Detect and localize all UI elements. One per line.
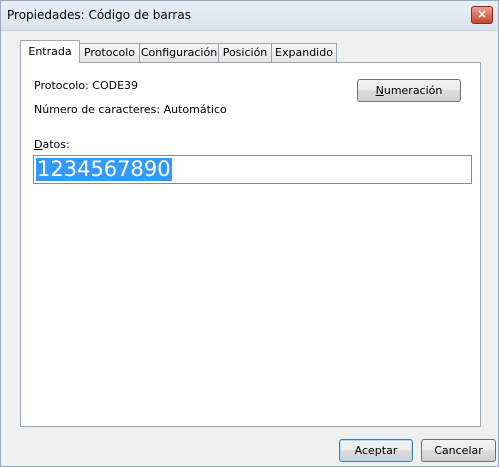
properties-dialog: Propiedades: Código de barras × Entrada … [0, 0, 499, 467]
tab-configuracion[interactable]: Configuración [139, 43, 219, 62]
datos-input[interactable]: 1234567890 [33, 155, 472, 184]
datos-label: Datos: [34, 138, 70, 151]
dialog-title: Propiedades: Código de barras [7, 8, 191, 22]
accept-label: Aceptar [354, 444, 398, 457]
tab-configuracion-label: Configuración [140, 46, 218, 59]
title-bar[interactable]: Propiedades: Código de barras × [1, 1, 498, 31]
tab-protocolo-label: Protocolo [83, 46, 136, 59]
protocol-label: Protocolo: CODE39 [34, 79, 139, 92]
close-icon: × [476, 7, 488, 21]
datos-label-text: atos: [42, 138, 70, 151]
numeracion-label: umeración [383, 84, 443, 97]
cancel-button[interactable]: Cancelar [421, 439, 496, 462]
accept-button[interactable]: Aceptar [339, 439, 413, 462]
datos-selected-text: 1234567890 [36, 157, 172, 181]
close-button[interactable]: × [471, 6, 493, 24]
tab-protocolo[interactable]: Protocolo [79, 43, 140, 62]
tab-posicion-label: Posición [222, 46, 268, 59]
tab-posicion[interactable]: Posición [218, 43, 272, 62]
tab-expandido[interactable]: Expandido [271, 43, 337, 62]
tab-entrada-label: Entrada [28, 45, 72, 58]
cancel-label: Cancelar [434, 444, 483, 457]
numeracion-button[interactable]: Numeración [357, 79, 461, 102]
char-count-label: Número de caracteres: Automático [34, 103, 227, 116]
tab-panel-entrada: Protocolo: CODE39 Número de caracteres: … [20, 62, 481, 427]
numeracion-mnemonic: N [375, 84, 384, 97]
tab-expandido-label: Expandido [275, 46, 333, 59]
tab-entrada[interactable]: Entrada [20, 40, 80, 63]
